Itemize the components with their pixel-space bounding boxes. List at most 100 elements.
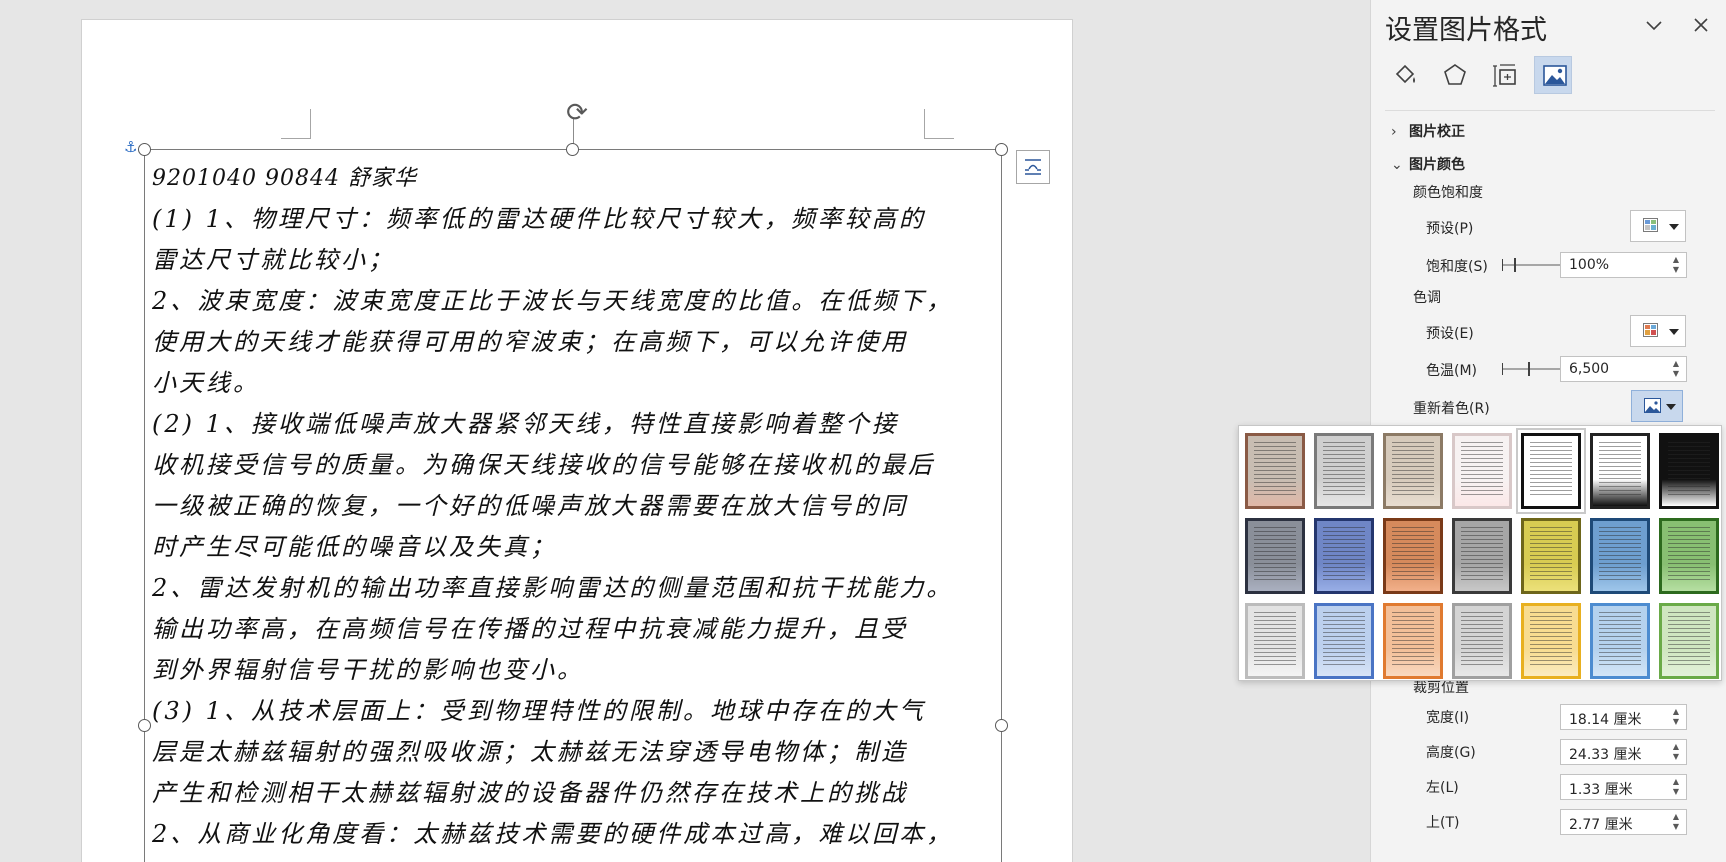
handwriting-line: (2) 1、接收端低噪声放大器紧邻天线，特性直接影响着整个接 <box>152 410 899 438</box>
slider-start-tick <box>1502 363 1503 375</box>
handwriting-line: 2、从商业化角度看：太赫兹技术需要的硬件成本过高，难以回本， <box>152 820 954 848</box>
recolor-option[interactable] <box>1245 603 1305 679</box>
tone-preset-label: 预设(E) <box>1426 326 1474 342</box>
recolor-option[interactable] <box>1314 603 1374 679</box>
recolor-option[interactable] <box>1521 518 1581 594</box>
saturation-slider-thumb[interactable] <box>1514 258 1516 272</box>
spin-arrows-icon[interactable]: ▲ ▼ <box>1670 707 1682 727</box>
recolor-option[interactable] <box>1383 518 1443 594</box>
handwriting-line: 雷达尺寸就比较小； <box>152 246 395 274</box>
chevron-down-icon: ⌄ <box>1391 157 1403 173</box>
handwriting-line: 2、波束宽度：波束宽度正比于波长与天线宽度的比值。在低频下， <box>152 287 954 315</box>
pane-title: 设置图片格式 <box>1385 15 1547 46</box>
document-canvas[interactable]: ⟳ ⚓ 9201040 90844 舒家华 (1) 1、物理尺寸：频率低的雷达硬… <box>0 0 1370 862</box>
recolor-option[interactable] <box>1590 603 1650 679</box>
recolor-option[interactable] <box>1314 518 1374 594</box>
recolor-option[interactable] <box>1590 518 1650 594</box>
recolor-preview-lines <box>1461 442 1503 496</box>
recolor-option[interactable] <box>1452 603 1512 679</box>
recolor-option[interactable] <box>1659 433 1719 509</box>
recolor-preview-lines <box>1530 442 1572 496</box>
resize-handle-left[interactable] <box>138 719 151 732</box>
section-correction-label: 图片校正 <box>1409 124 1465 140</box>
paint-bucket-icon <box>1395 64 1415 84</box>
handwriting-line: 输出功率高，在高频信号在传播的过程中抗衰减能力提升，且受 <box>152 615 908 643</box>
recolor-option[interactable] <box>1383 603 1443 679</box>
recolor-preview-lines <box>1323 442 1365 496</box>
saturation-preset-dropdown[interactable] <box>1630 210 1686 242</box>
resize-handle-top[interactable] <box>566 143 579 156</box>
margin-corner-top-right <box>924 109 954 139</box>
handwriting-line: 时产生尽可能低的噪音以及失真； <box>152 533 557 561</box>
recolor-option[interactable] <box>1314 433 1374 509</box>
tab-fill-line[interactable] <box>1386 56 1424 94</box>
handwriting-content: 9201040 90844 舒家华 (1) 1、物理尺寸：频率低的雷达硬件比较尺… <box>152 158 1001 855</box>
recolor-option[interactable] <box>1452 433 1512 509</box>
crop-left-input[interactable]: 1.33 厘米 ▲ ▼ <box>1560 774 1687 800</box>
tab-picture[interactable] <box>1534 56 1572 94</box>
pane-options-chevron-icon[interactable] <box>1641 12 1667 38</box>
tone-preset-icon <box>1643 323 1658 337</box>
slider-start-tick <box>1502 259 1503 271</box>
tab-size-properties[interactable] <box>1485 56 1523 94</box>
recolor-dropdown[interactable] <box>1631 390 1683 422</box>
spin-arrows-icon[interactable]: ▲ ▼ <box>1670 359 1682 379</box>
handwriting-line: 到外界辐射信号干扰的影响也变小。 <box>152 656 584 684</box>
recolor-option[interactable] <box>1245 518 1305 594</box>
crop-height-input[interactable]: 24.33 厘米 ▲ ▼ <box>1560 739 1687 765</box>
saturation-input[interactable]: 100% ▲ ▼ <box>1560 252 1687 278</box>
temperature-input[interactable]: 6,500 ▲ ▼ <box>1560 356 1687 382</box>
section-picture-color[interactable]: ⌄ 图片颜色 <box>1391 154 1465 174</box>
spin-arrows-icon[interactable]: ▲ ▼ <box>1670 777 1682 797</box>
tab-effects[interactable] <box>1435 56 1473 94</box>
recolor-label: 重新着色(R) <box>1413 401 1490 417</box>
dropdown-arrow-icon <box>1666 404 1676 410</box>
temperature-slider-thumb[interactable] <box>1528 362 1530 376</box>
recolor-option[interactable] <box>1245 433 1305 509</box>
close-icon[interactable] <box>1688 12 1714 38</box>
handwriting-line: 使用大的天线才能获得可用的窄波束；在高频下，可以允许使用 <box>152 328 908 356</box>
margin-corner-top-left <box>281 109 311 139</box>
recolor-preview-lines <box>1392 442 1434 496</box>
rotate-handle-icon[interactable]: ⟳ <box>560 96 594 130</box>
recolor-option[interactable] <box>1383 433 1443 509</box>
crop-width-value: 18.14 厘米 <box>1569 712 1642 728</box>
recolor-option[interactable] <box>1590 433 1650 509</box>
handwriting-line: 产生和检测相干太赫兹辐射波的设备器件仍然存在技术上的挑战 <box>152 779 908 807</box>
spin-arrows-icon[interactable]: ▲ ▼ <box>1670 812 1682 832</box>
resize-handle-top-right[interactable] <box>995 143 1008 156</box>
resize-handle-top-left[interactable] <box>138 143 151 156</box>
crop-width-input[interactable]: 18.14 厘米 ▲ ▼ <box>1560 704 1687 730</box>
crop-top-input[interactable]: 2.77 厘米 ▲ ▼ <box>1560 809 1687 835</box>
recolor-option[interactable] <box>1516 428 1586 514</box>
recolor-preview-lines <box>1530 612 1572 666</box>
recolor-option[interactable] <box>1521 603 1581 679</box>
tone-preset-dropdown[interactable] <box>1630 315 1686 347</box>
spin-arrows-icon[interactable]: ▲ ▼ <box>1670 255 1682 275</box>
handwritten-image[interactable]: 9201040 90844 舒家华 (1) 1、物理尺寸：频率低的雷达硬件比较尺… <box>144 149 1002 862</box>
layout-options-button[interactable] <box>1016 150 1050 184</box>
handwriting-line: 小天线。 <box>152 369 260 397</box>
chevron-right-icon: › <box>1391 124 1397 140</box>
recolor-preview-lines <box>1254 527 1296 581</box>
section-picture-correction[interactable]: › 图片校正 <box>1391 121 1465 141</box>
handwriting-line: 2、雷达发射机的输出功率直接影响雷达的侧量范围和抗干扰能力。 <box>152 574 954 602</box>
handwriting-line: 9201040 90844 舒家华 <box>152 166 417 191</box>
recolor-option[interactable] <box>1452 518 1512 594</box>
crop-width-label: 宽度(I) <box>1426 710 1470 726</box>
recolor-option[interactable] <box>1659 518 1719 594</box>
recolor-option[interactable] <box>1659 603 1719 679</box>
document-page[interactable]: ⟳ ⚓ 9201040 90844 舒家华 (1) 1、物理尺寸：频率低的雷达硬… <box>81 19 1073 862</box>
crop-top-value: 2.77 厘米 <box>1569 817 1633 833</box>
recolor-preview-lines <box>1254 442 1296 496</box>
resize-handle-right[interactable] <box>995 719 1008 732</box>
spin-arrows-icon[interactable]: ▲ ▼ <box>1670 742 1682 762</box>
saturation-preset-label: 预设(P) <box>1426 221 1474 237</box>
recolor-preview-lines <box>1254 612 1296 666</box>
picture-icon <box>1543 65 1567 86</box>
recolor-preview-lines <box>1461 612 1503 666</box>
handwriting-line: 一级被正确的恢复，一个好的低噪声放大器需要在放大信号的同 <box>152 492 908 520</box>
wrap-text-icon <box>1025 159 1041 175</box>
anchor-icon[interactable]: ⚓ <box>124 138 137 156</box>
recolor-preview-lines <box>1392 527 1434 581</box>
